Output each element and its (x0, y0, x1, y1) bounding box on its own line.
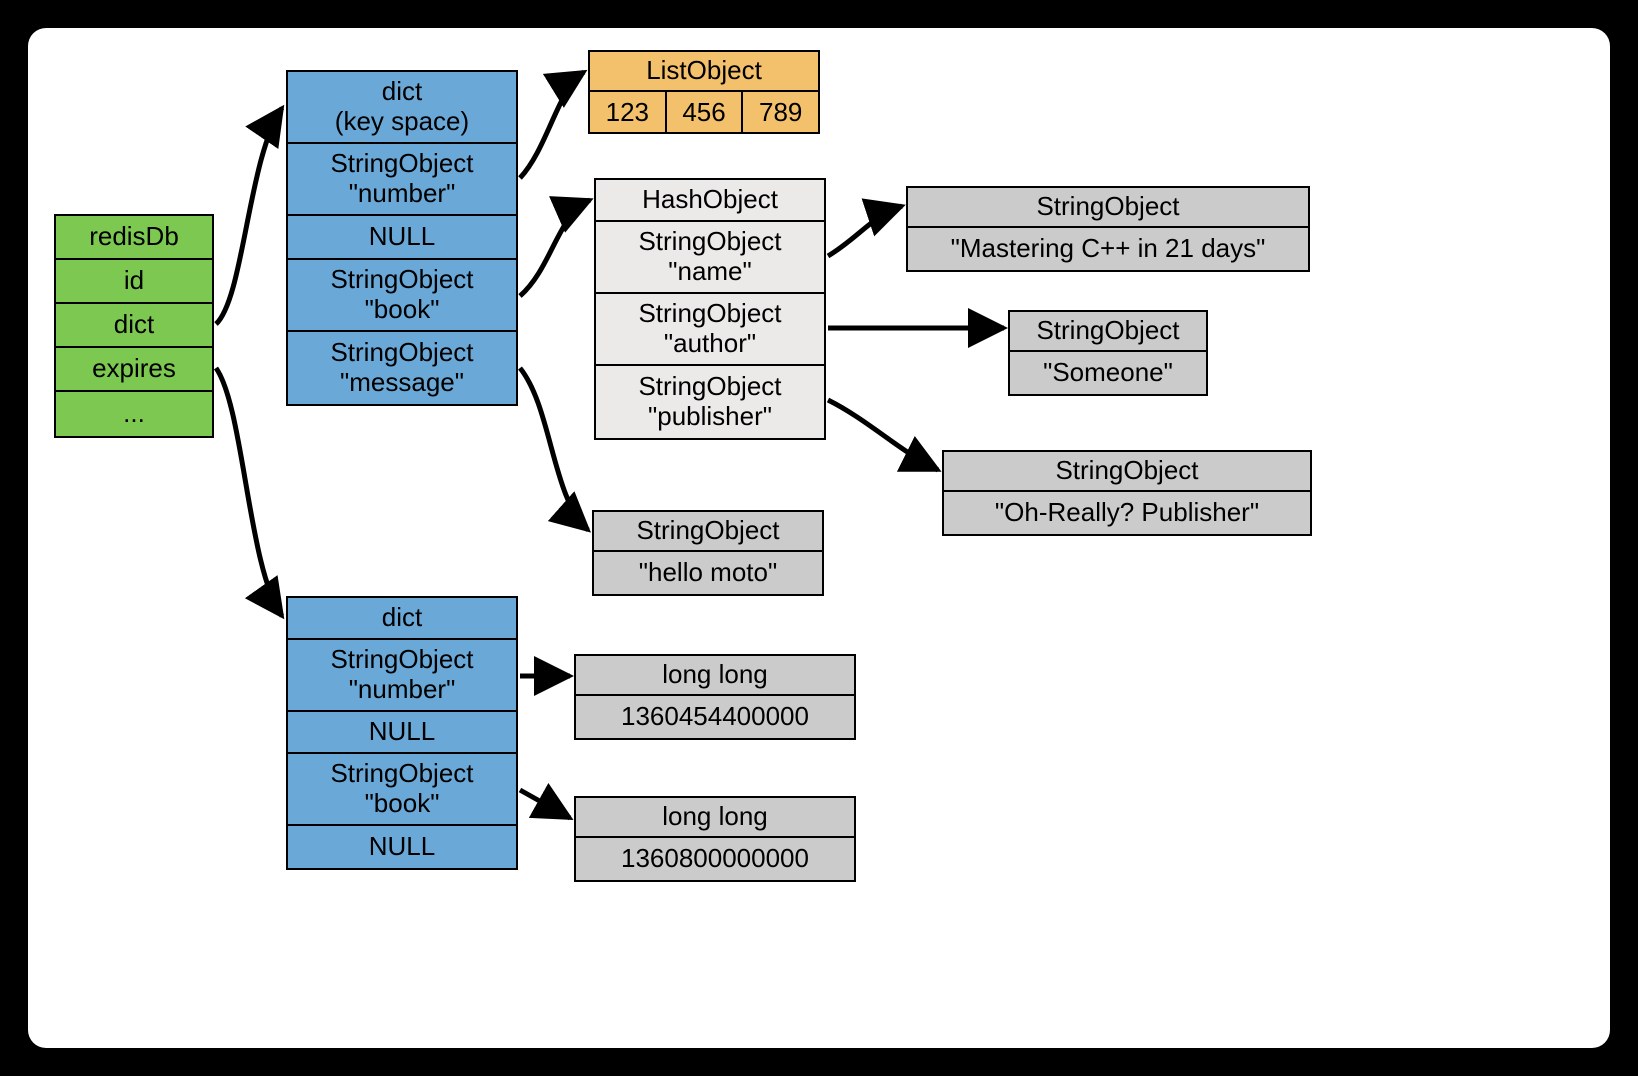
keyspace-title-2: (key space) (335, 107, 469, 137)
value: "book" (365, 295, 440, 325)
value: "number" (349, 675, 456, 705)
value: "publisher" (648, 402, 772, 432)
redisdb-more: ... (56, 392, 212, 436)
expireval-book-box: long long 1360800000000 (574, 796, 856, 882)
label: StringObject (638, 372, 781, 402)
hashval-publisher-type: StringObject (944, 452, 1310, 492)
expires-title: dict (288, 598, 516, 640)
label: StringObject (638, 299, 781, 329)
keyspace-title: dict (key space) (288, 72, 516, 144)
label: StringObject (330, 645, 473, 675)
diagram-canvas: { "redisDb": { "title": "redisDb", "fiel… (28, 28, 1610, 1048)
hashobject-author: StringObject "author" (596, 294, 824, 366)
hashobject-name: StringObject "name" (596, 222, 824, 294)
value: "message" (340, 368, 464, 398)
keyspace-message: StringObject "message" (288, 332, 516, 404)
expires-number: StringObject "number" (288, 640, 516, 712)
label: StringObject (330, 759, 473, 789)
listobject-items: 123 456 789 (590, 92, 818, 132)
messageval-val: "hello moto" (594, 552, 822, 594)
label: StringObject (330, 338, 473, 368)
hashval-author-type: StringObject (1010, 312, 1206, 352)
hashval-author-box: StringObject "Someone" (1008, 310, 1208, 396)
expires-box: dict StringObject "number" NULL StringOb… (286, 596, 518, 870)
label: StringObject (330, 265, 473, 295)
redisdb-id: id (56, 260, 212, 304)
keyspace-box: dict (key space) StringObject "number" N… (286, 70, 518, 406)
value: "book" (365, 789, 440, 819)
label: StringObject (638, 227, 781, 257)
keyspace-book: StringObject "book" (288, 260, 516, 332)
expires-null2: NULL (288, 826, 516, 868)
expireval-book-type: long long (576, 798, 854, 838)
label: StringObject (330, 149, 473, 179)
messageval-type: StringObject (594, 512, 822, 552)
expireval-book-val: 1360800000000 (576, 838, 854, 880)
hashval-name-type: StringObject (908, 188, 1308, 228)
hashval-name-val: "Mastering C++ in 21 days" (908, 228, 1308, 270)
listobject-item-0: 123 (590, 92, 667, 132)
messageval-box: StringObject "hello moto" (592, 510, 824, 596)
listobject-box: ListObject 123 456 789 (588, 50, 820, 134)
listobject-item-2: 789 (743, 92, 818, 132)
hashval-name-box: StringObject "Mastering C++ in 21 days" (906, 186, 1310, 272)
keyspace-title-1: dict (382, 77, 422, 107)
redisdb-expires: expires (56, 348, 212, 392)
redisdb-box: redisDb id dict expires ... (54, 214, 214, 438)
keyspace-null: NULL (288, 216, 516, 260)
value: "name" (668, 257, 752, 287)
hashval-author-val: "Someone" (1010, 352, 1206, 394)
keyspace-number: StringObject "number" (288, 144, 516, 216)
expires-null1: NULL (288, 712, 516, 754)
hashobject-publisher: StringObject "publisher" (596, 366, 824, 438)
hashval-publisher-box: StringObject "Oh-Really? Publisher" (942, 450, 1312, 536)
expireval-number-box: long long 1360454400000 (574, 654, 856, 740)
listobject-title: ListObject (590, 52, 818, 92)
expireval-number-val: 1360454400000 (576, 696, 854, 738)
hashval-publisher-val: "Oh-Really? Publisher" (944, 492, 1310, 534)
value: "number" (349, 179, 456, 209)
expires-book: StringObject "book" (288, 754, 516, 826)
value: "author" (664, 329, 756, 359)
hashobject-box: HashObject StringObject "name" StringObj… (594, 178, 826, 440)
listobject-item-1: 456 (667, 92, 744, 132)
hashobject-title: HashObject (596, 180, 824, 222)
expireval-number-type: long long (576, 656, 854, 696)
redisdb-dict: dict (56, 304, 212, 348)
redisdb-title: redisDb (56, 216, 212, 260)
